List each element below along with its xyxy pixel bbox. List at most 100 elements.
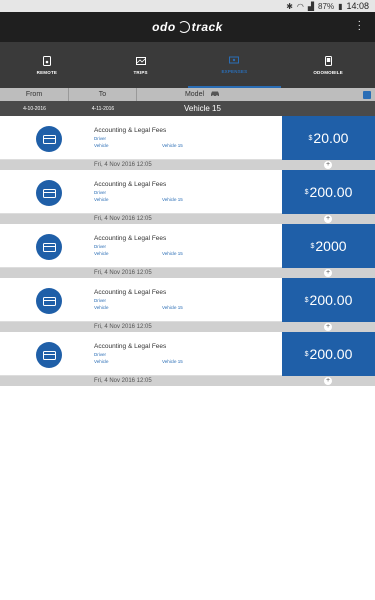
phone-icon <box>323 55 333 66</box>
expense-driver: Driver <box>94 244 106 249</box>
expense-driver: Driver <box>94 190 106 195</box>
currency-symbol: $ <box>310 242 315 250</box>
expense-item[interactable]: Accounting & Legal Fees Driver Vehicle V… <box>0 224 375 278</box>
credit-card-icon <box>42 350 56 360</box>
amount-value: 20.00 <box>313 130 349 146</box>
tab-odomobile[interactable]: ODOMOBILE <box>281 42 375 88</box>
credit-card-icon <box>42 242 56 252</box>
expense-date-band: Fri, 4 Nov 2016 12:05 + <box>0 268 375 278</box>
currency-symbol: $ <box>304 350 309 358</box>
logo-text-left: odo <box>152 20 176 34</box>
tab-expenses-label: EXPENSES <box>221 69 248 74</box>
map-icon <box>135 55 146 66</box>
expense-vehicle: Vehicle 15 <box>162 143 183 148</box>
logo-text-right: track <box>191 20 223 34</box>
expense-amount: $200.00 <box>282 332 375 376</box>
add-expense-icon[interactable]: + <box>324 161 332 169</box>
expense-card[interactable]: Accounting & Legal Fees Driver Vehicle V… <box>0 332 375 376</box>
clock: 14:08 <box>346 1 369 11</box>
expense-date: Fri, 4 Nov 2016 12:05 <box>94 161 152 168</box>
add-expense-icon[interactable]: + <box>324 377 332 385</box>
remote-icon <box>42 55 52 66</box>
add-expense-icon[interactable]: + <box>324 215 332 223</box>
expense-vehicle-label: Vehicle <box>94 251 109 256</box>
signal-icon: ▟ <box>307 1 315 11</box>
expense-driver: Driver <box>94 352 106 357</box>
amount-value: 200.00 <box>309 184 353 200</box>
amount-value: 2000 <box>315 238 347 254</box>
currency-symbol: $ <box>304 296 309 304</box>
amount-value: 200.00 <box>309 292 353 308</box>
expense-category-icon <box>36 234 62 260</box>
expense-date-band: Fri, 4 Nov 2016 12:05 + <box>0 376 375 386</box>
expense-card[interactable]: Accounting & Legal Fees Driver Vehicle V… <box>0 170 375 214</box>
expense-vehicle: Vehicle 15 <box>162 305 183 310</box>
filter-bar: From 4-10-2016 To 4-11-2016 Model Vehicl… <box>0 88 375 116</box>
expense-date: Fri, 4 Nov 2016 12:05 <box>94 377 152 384</box>
expense-date: Fri, 4 Nov 2016 12:05 <box>94 323 152 330</box>
expense-category-icon <box>36 288 62 314</box>
expense-item[interactable]: Accounting & Legal Fees Driver Vehicle V… <box>0 170 375 224</box>
car-icon <box>210 90 220 99</box>
expense-category-icon <box>36 342 62 368</box>
expense-amount: $200.00 <box>282 170 375 214</box>
status-bar: ✱ ◠ ▟ 87% ▮ 14:08 <box>0 0 375 12</box>
credit-card-icon <box>42 134 56 144</box>
tab-trips[interactable]: TRIPS <box>94 42 188 88</box>
expense-vehicle: Vehicle 15 <box>162 251 183 256</box>
wifi-icon: ◠ <box>296 1 304 11</box>
expense-card[interactable]: Accounting & Legal Fees Driver Vehicle V… <box>0 116 375 160</box>
to-label: To <box>69 88 137 101</box>
expense-category: Accounting & Legal Fees <box>94 181 167 188</box>
expense-list: Accounting & Legal Fees Driver Vehicle V… <box>0 116 375 386</box>
expense-amount: $2000 <box>282 224 375 268</box>
expense-card[interactable]: Accounting & Legal Fees Driver Vehicle V… <box>0 224 375 268</box>
expense-category: Accounting & Legal Fees <box>94 127 167 134</box>
expense-date-band: Fri, 4 Nov 2016 12:05 + <box>0 160 375 170</box>
expense-category: Accounting & Legal Fees <box>94 289 167 296</box>
tab-remote-label: REMOTE <box>36 70 58 75</box>
bluetooth-icon: ✱ <box>286 1 293 11</box>
credit-card-icon <box>42 296 56 306</box>
expense-driver: Driver <box>94 136 106 141</box>
expense-vehicle: Vehicle 15 <box>162 359 183 364</box>
expense-category-icon <box>36 126 62 152</box>
expense-date: Fri, 4 Nov 2016 12:05 <box>94 269 152 276</box>
expense-vehicle-label: Vehicle <box>94 359 109 364</box>
currency-symbol: $ <box>308 134 313 142</box>
logo-swirl-icon <box>177 21 190 33</box>
expense-date: Fri, 4 Nov 2016 12:05 <box>94 215 152 222</box>
battery-icon: ▮ <box>338 1 343 11</box>
currency-symbol: $ <box>304 188 309 196</box>
app-bar: odo track · · · <box>0 12 375 42</box>
list-view-header <box>268 88 375 101</box>
expense-date-band: Fri, 4 Nov 2016 12:05 + <box>0 322 375 332</box>
tab-trips-label: TRIPS <box>133 70 148 75</box>
app-logo: odo track <box>152 20 223 34</box>
expense-category-icon <box>36 180 62 206</box>
model-header: Model <box>137 88 268 101</box>
tab-expenses[interactable]: EXPENSES <box>187 42 282 88</box>
add-expense-icon[interactable]: + <box>324 323 332 331</box>
cash-icon <box>229 54 240 65</box>
from-label: From <box>0 88 69 101</box>
expense-category: Accounting & Legal Fees <box>94 343 167 350</box>
expense-vehicle-label: Vehicle <box>94 143 109 148</box>
overflow-menu-icon[interactable]: · · · <box>358 17 361 35</box>
expense-vehicle-label: Vehicle <box>94 305 109 310</box>
tab-odomobile-label: ODOMOBILE <box>313 70 343 75</box>
vehicle-value[interactable]: Vehicle 15 <box>137 101 268 116</box>
tab-bar: REMOTE TRIPS EXPENSES ODOMOBILE <box>0 42 375 88</box>
expense-driver: Driver <box>94 298 106 303</box>
tab-remote[interactable]: REMOTE <box>0 42 94 88</box>
expense-date-band: Fri, 4 Nov 2016 12:05 + <box>0 214 375 224</box>
expense-item[interactable]: Accounting & Legal Fees Driver Vehicle V… <box>0 116 375 170</box>
expense-card[interactable]: Accounting & Legal Fees Driver Vehicle V… <box>0 278 375 322</box>
expense-item[interactable]: Accounting & Legal Fees Driver Vehicle V… <box>0 278 375 332</box>
expense-item[interactable]: Accounting & Legal Fees Driver Vehicle V… <box>0 332 375 386</box>
list-view-icon[interactable] <box>363 91 371 99</box>
expense-amount: $20.00 <box>282 116 375 160</box>
add-expense-icon[interactable]: + <box>324 269 332 277</box>
amount-value: 200.00 <box>309 346 353 362</box>
expense-category: Accounting & Legal Fees <box>94 235 167 242</box>
